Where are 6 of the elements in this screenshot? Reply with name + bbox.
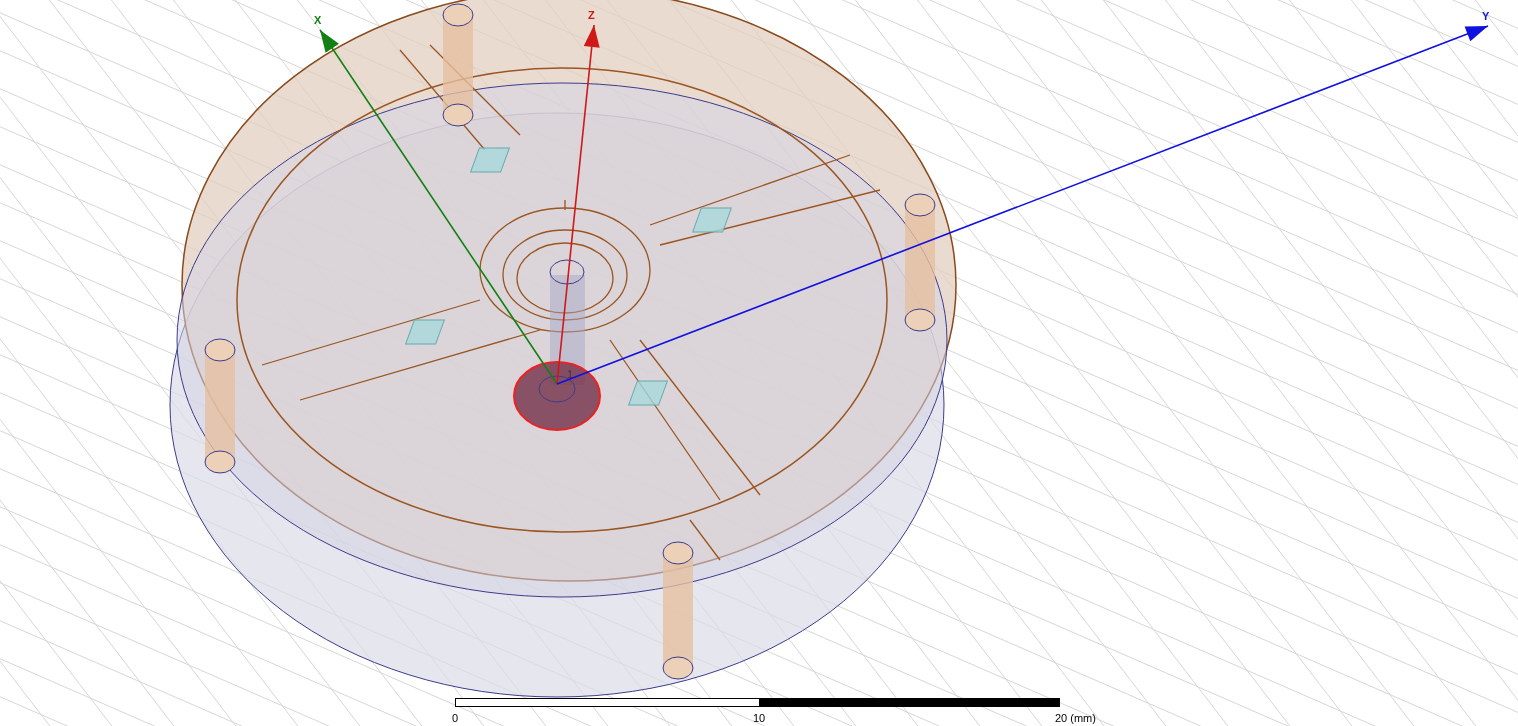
axis-label: Y (1482, 10, 1490, 22)
axis-label: X (314, 14, 322, 26)
axis-label: Z (588, 9, 595, 21)
scale-label: 0 (451, 712, 459, 724)
scale-label: 10 (752, 712, 766, 724)
scale-label: 20 (mm) (1055, 712, 1096, 724)
